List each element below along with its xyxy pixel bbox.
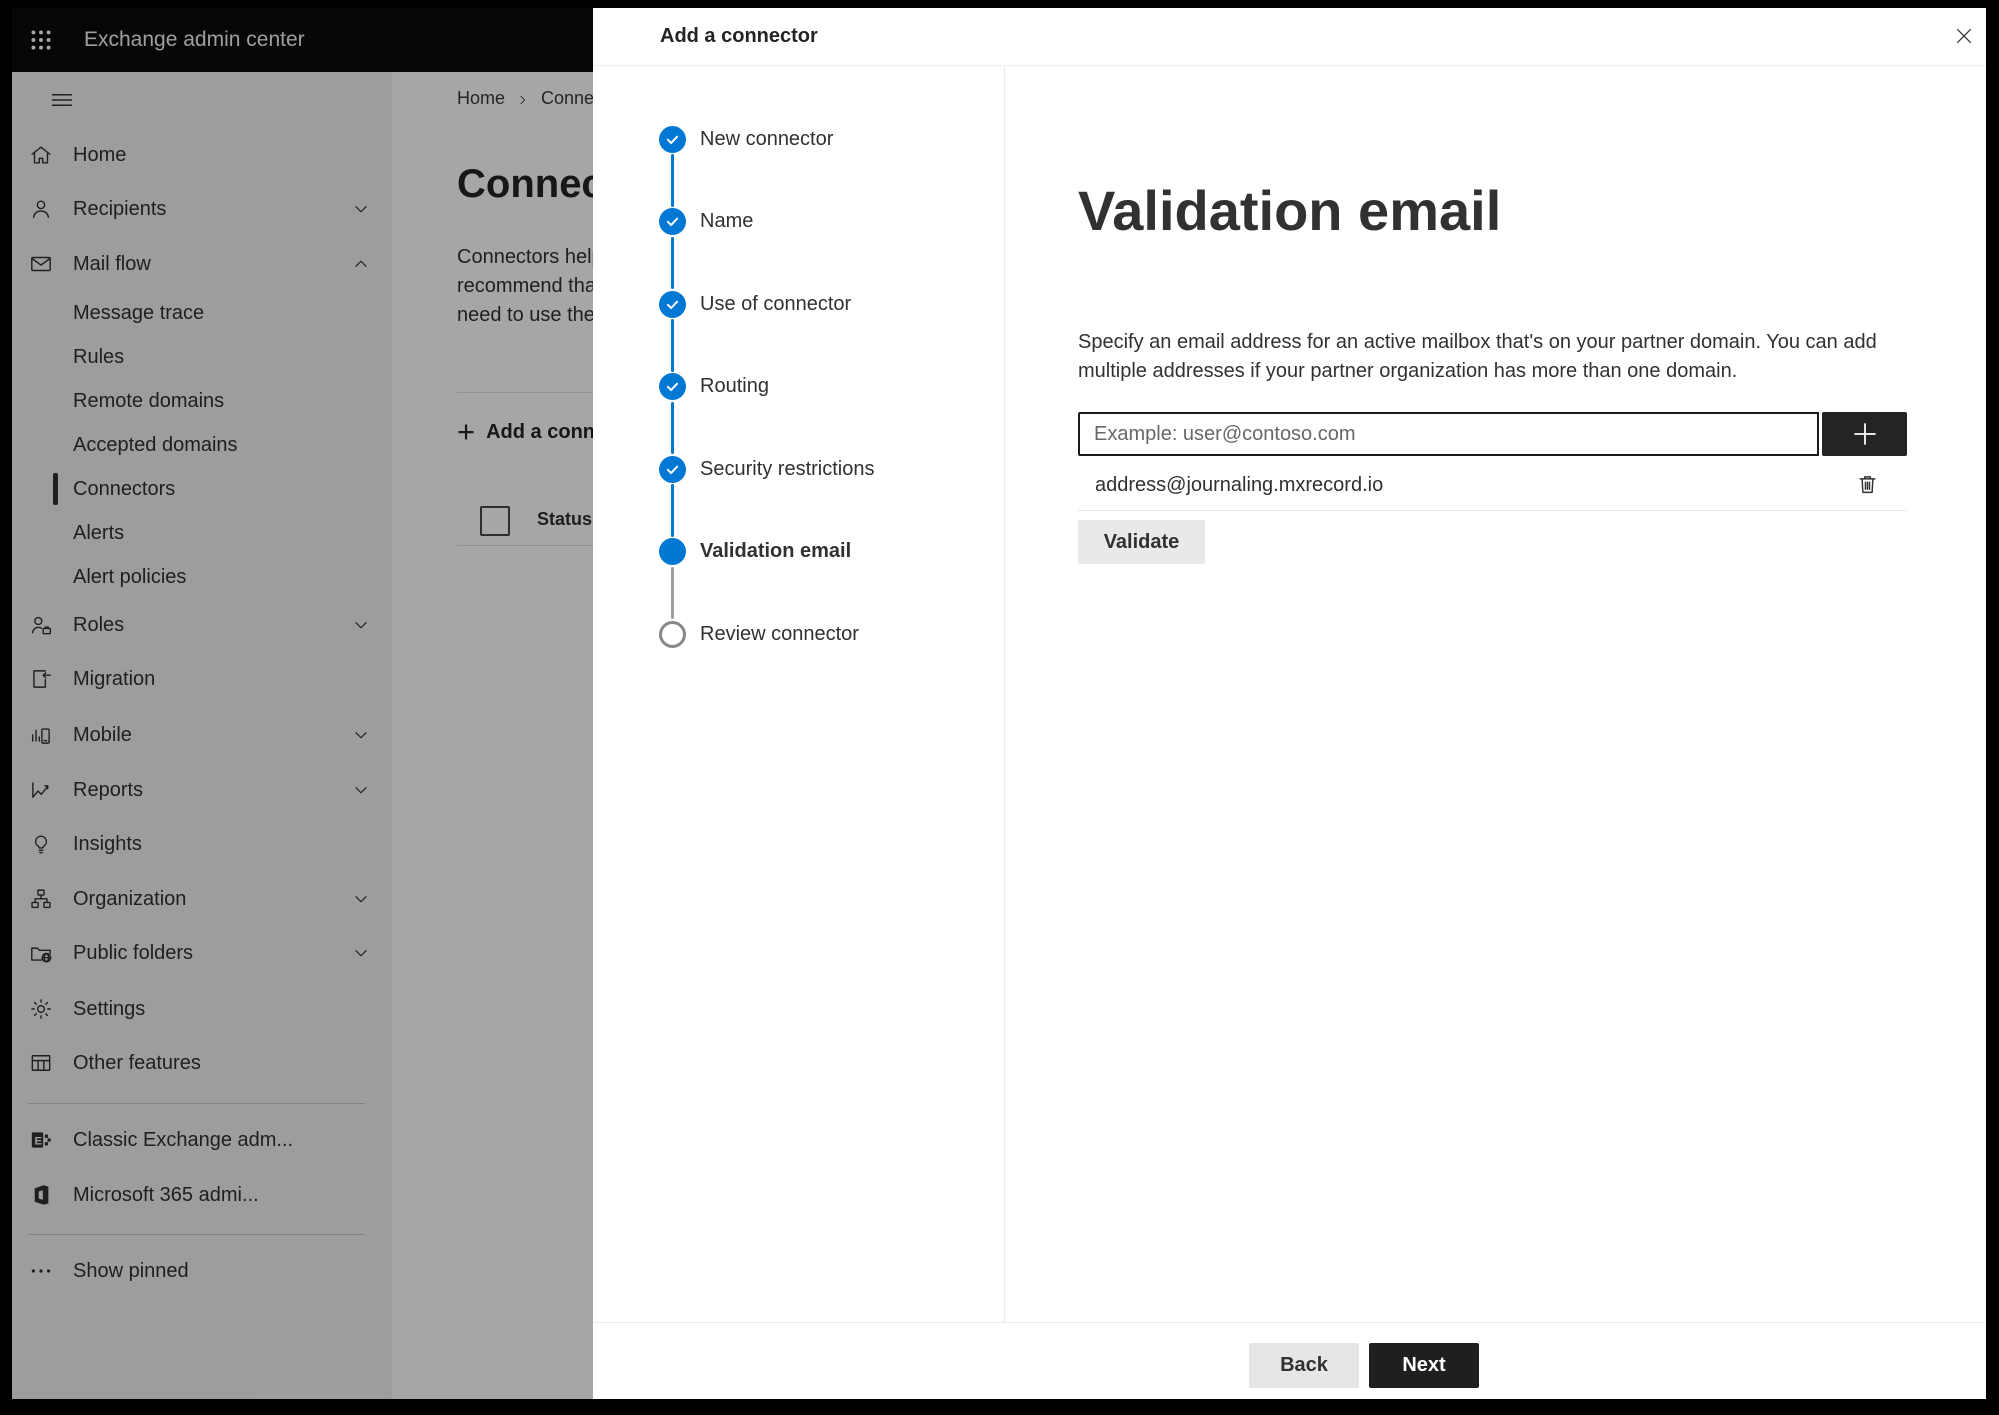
step-connector-line xyxy=(671,319,674,372)
step-new-connector[interactable]: New connector xyxy=(659,125,833,153)
step-connector-line xyxy=(671,401,674,454)
delete-email-icon[interactable] xyxy=(1854,471,1881,498)
dialog-title: Add a connector xyxy=(660,25,818,47)
step-label: Routing xyxy=(700,375,769,397)
next-button[interactable]: Next xyxy=(1369,1343,1479,1388)
added-email-row: address@journaling.mxrecord.io xyxy=(1078,460,1907,511)
step-heading: Validation email xyxy=(1078,179,1502,242)
step-use-of-connector[interactable]: Use of connector xyxy=(659,290,851,318)
email-input-row xyxy=(1078,412,1907,456)
validate-button[interactable]: Validate xyxy=(1078,520,1205,564)
validation-email-input[interactable] xyxy=(1078,412,1819,456)
step-check-icon xyxy=(659,373,686,400)
step-connector-line xyxy=(671,566,674,619)
step-routing[interactable]: Routing xyxy=(659,373,769,401)
close-icon[interactable] xyxy=(1953,25,1975,47)
exchange-admin-app: Exchange admin center Home Recipients Mail… xyxy=(12,8,1986,1399)
step-review-connector[interactable]: Review connector xyxy=(659,620,859,648)
step-check-icon xyxy=(659,208,686,235)
step-label: Name xyxy=(700,210,754,232)
add-connector-dialog: Add a connector New connector Name Use of … xyxy=(593,8,1986,1399)
wizard-steps-panel: New connector Name Use of connector Routing… xyxy=(593,66,1005,1322)
step-security-restrictions[interactable]: Security restrictions xyxy=(659,455,875,483)
step-connector-line xyxy=(671,154,674,207)
step-label: Use of connector xyxy=(700,292,852,315)
step-check-icon xyxy=(659,290,686,318)
step-check-icon xyxy=(659,455,686,483)
dialog-footer: Back Next xyxy=(593,1322,1986,1399)
back-button[interactable]: Back xyxy=(1249,1343,1359,1388)
plus-icon xyxy=(1850,419,1880,449)
dialog-content: Validation email Specify an email addres… xyxy=(1005,66,1986,1322)
step-label: Review connector xyxy=(700,622,859,645)
step-circle-icon xyxy=(659,620,686,648)
step-connector-line xyxy=(671,236,674,289)
step-circle-icon xyxy=(659,538,686,565)
step-check-icon xyxy=(659,125,686,153)
step-label: New connector xyxy=(700,127,834,150)
step-validation-email[interactable]: Validation email xyxy=(659,538,851,566)
add-email-button[interactable] xyxy=(1822,412,1907,456)
email-address: address@journaling.mxrecord.io xyxy=(1095,473,1384,496)
dialog-header: Add a connector xyxy=(593,8,1986,66)
step-connector-line xyxy=(671,484,674,537)
step-label: Security restrictions xyxy=(700,457,875,480)
step-name[interactable]: Name xyxy=(659,208,753,236)
step-label: Validation email xyxy=(700,540,852,562)
step-description: Specify an email address for an active m… xyxy=(1078,331,1877,382)
